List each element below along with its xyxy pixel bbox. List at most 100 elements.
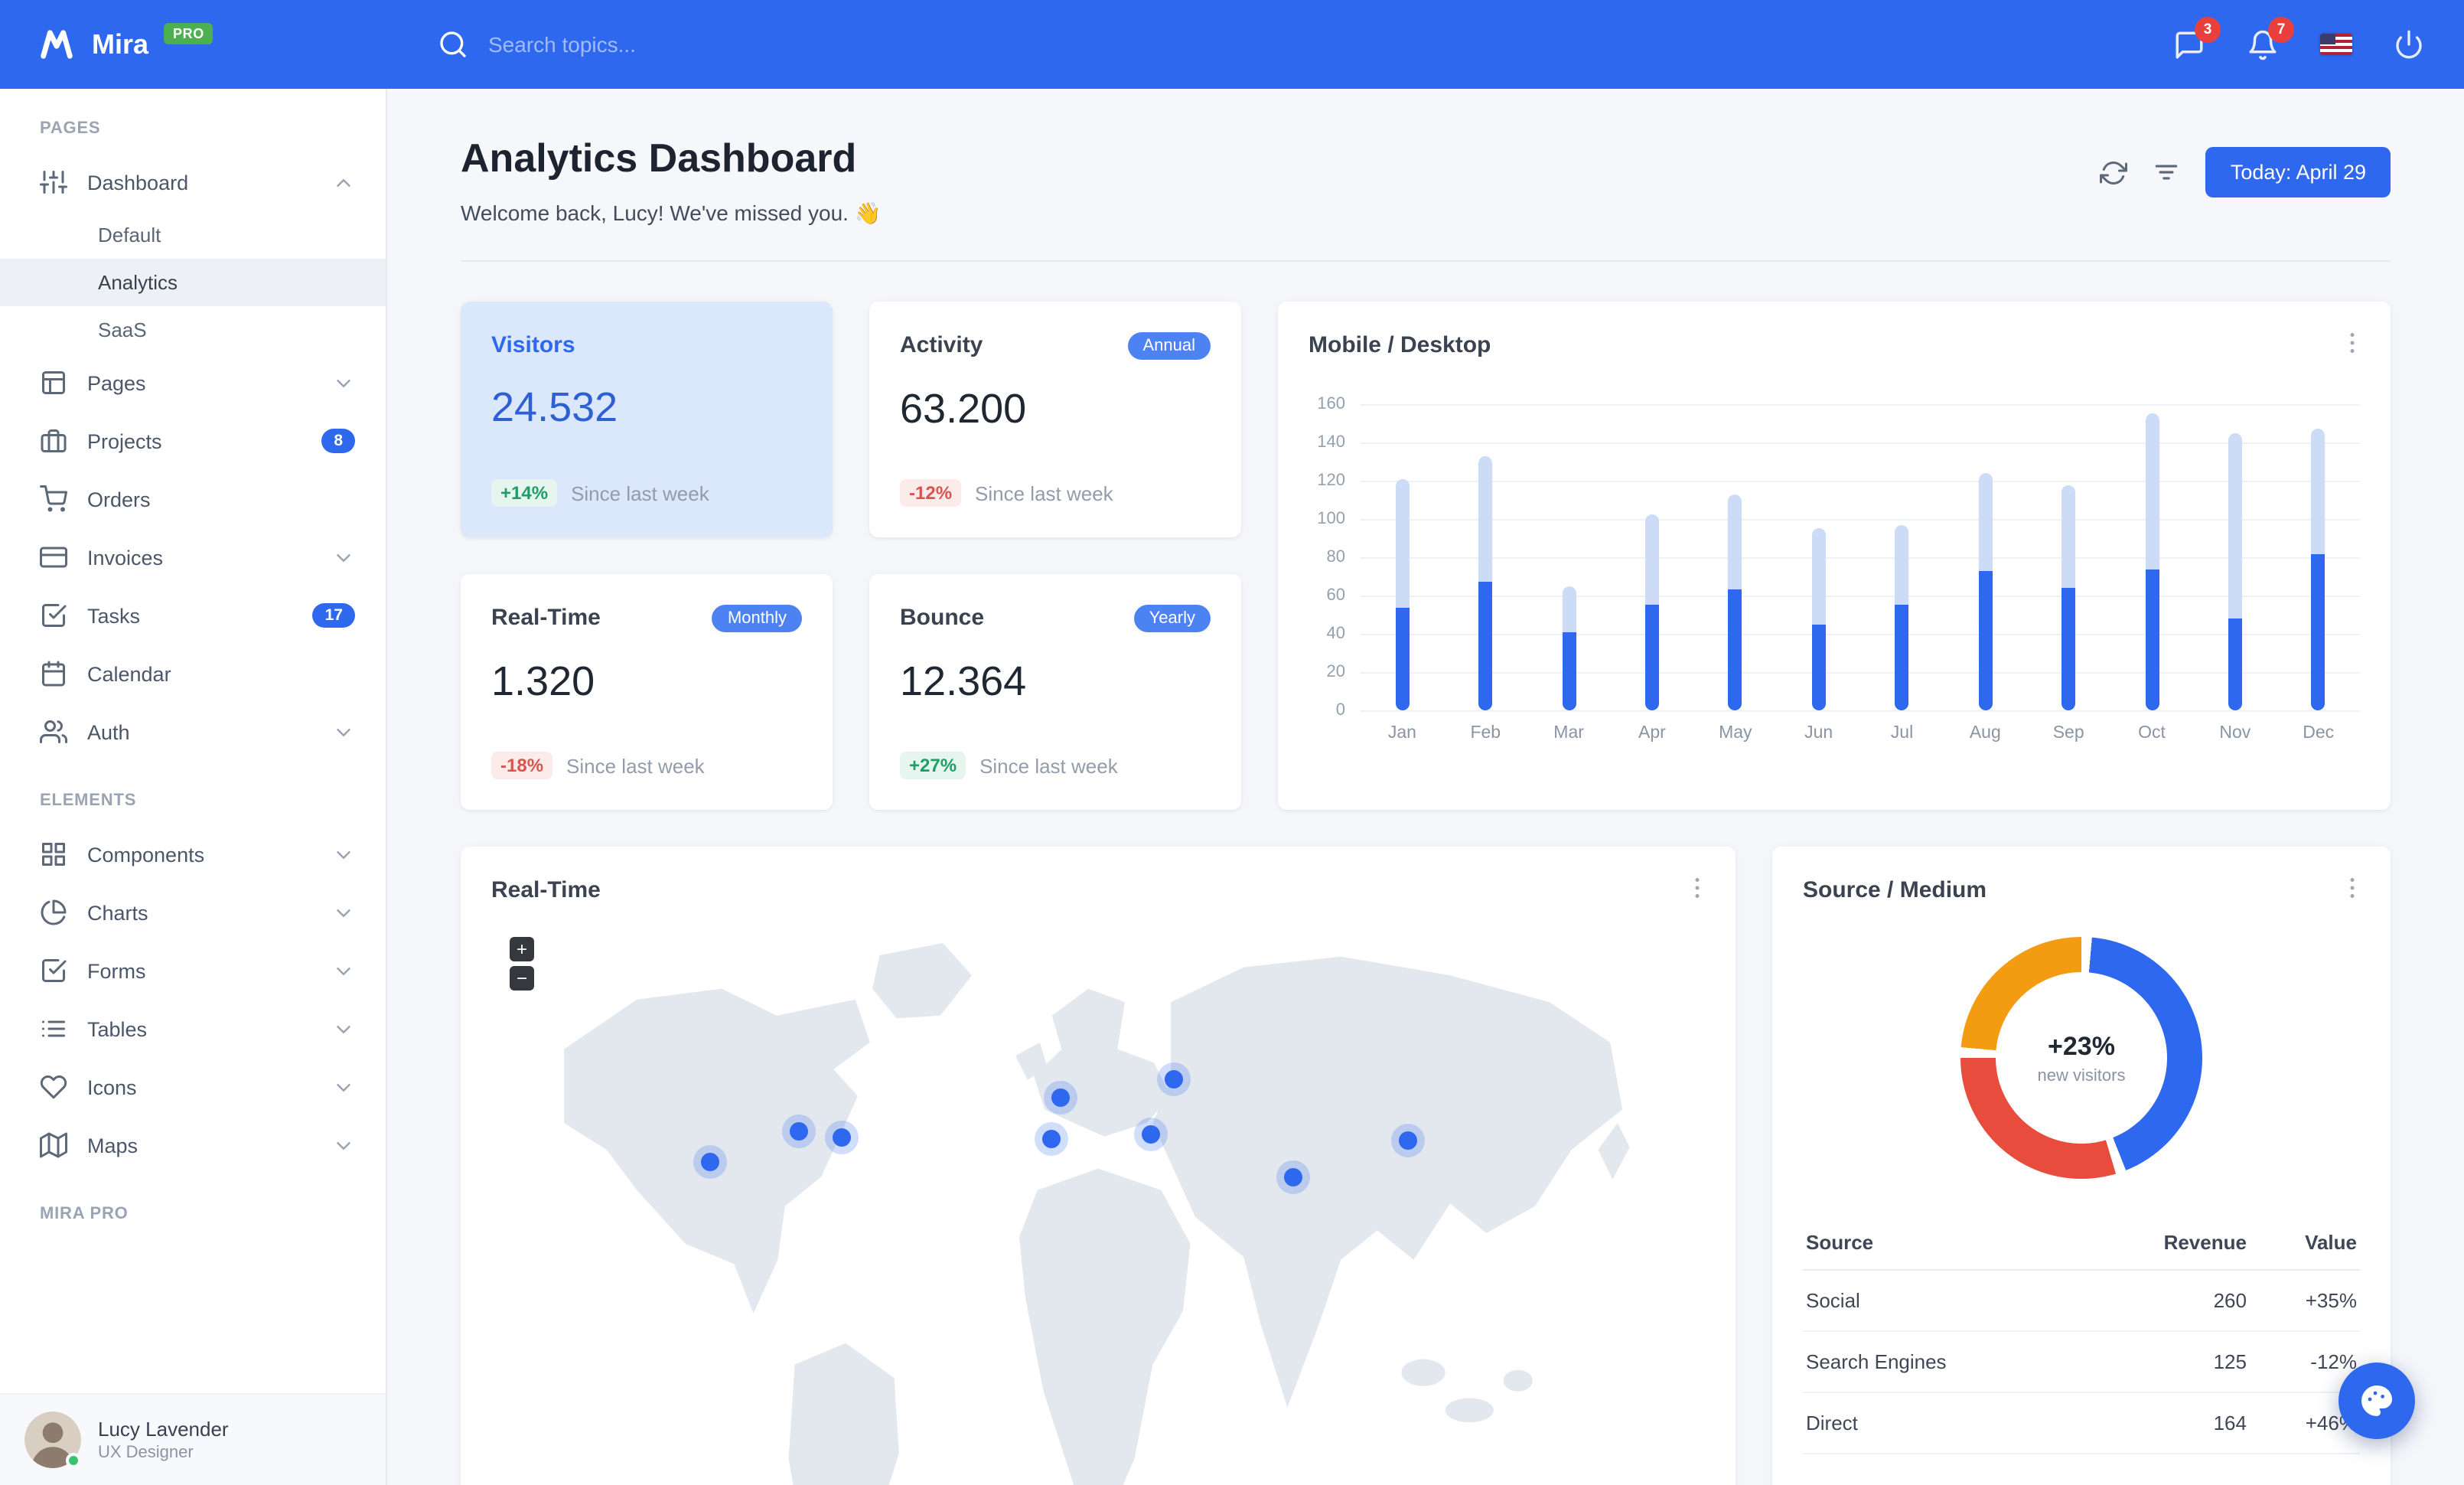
bar-mar[interactable]	[1527, 404, 1611, 710]
date-range-button[interactable]: Today: April 29	[2205, 147, 2391, 197]
theme-settings-button[interactable]	[2339, 1363, 2415, 1439]
table-header-source: Source	[1803, 1216, 2081, 1271]
cell-revenue: 164	[2081, 1392, 2250, 1454]
sidebar-item-label: Invoices	[87, 546, 164, 569]
stat-card-visitors: Visitors 24.532 +14% Since last week	[461, 302, 833, 537]
sidebar-item-label: Orders	[87, 488, 151, 511]
map-marker-6[interactable]	[1141, 1124, 1160, 1144]
sidebar-item-tables[interactable]: Tables	[0, 1000, 386, 1058]
map-marker-4[interactable]	[1051, 1088, 1070, 1107]
y-tick-label: 160	[1317, 395, 1345, 413]
stat-change: -18%	[491, 752, 553, 779]
notifications-button[interactable]: 7	[2247, 16, 2294, 60]
refresh-button[interactable]	[2100, 158, 2128, 186]
bar-may[interactable]	[1693, 404, 1777, 710]
cell-revenue: 260	[2081, 1270, 2250, 1332]
stat-title: Bounce	[900, 605, 985, 631]
avatar	[24, 1412, 81, 1468]
bar-oct[interactable]	[2110, 404, 2194, 710]
world-map-graphic	[564, 943, 1630, 1485]
map-marker-3[interactable]	[833, 1128, 852, 1147]
x-tick-label: Aug	[1969, 724, 2001, 742]
chevron-up-icon	[332, 171, 355, 194]
map-card-menu-button[interactable]	[1683, 874, 1711, 902]
table-row-direct[interactable]: Direct 164 +46%	[1803, 1392, 2360, 1454]
sidebar-item-charts[interactable]: Charts	[0, 883, 386, 942]
sidebar-item-auth[interactable]: Auth	[0, 703, 386, 761]
bar-jan[interactable]	[1361, 404, 1444, 710]
source-card-menu-button[interactable]	[2339, 874, 2366, 902]
pie-chart-icon	[40, 899, 67, 926]
sidebar-item-dashboard[interactable]: Dashboard	[0, 153, 386, 211]
table-row-social[interactable]: Social 260 +35%	[1803, 1270, 2360, 1332]
sidebar-subitem-default[interactable]: Default	[0, 211, 386, 259]
layout-icon	[40, 369, 67, 397]
table-row-search-engines[interactable]: Search Engines 125 -12%	[1803, 1331, 2360, 1393]
user-name: Lucy Lavender	[98, 1418, 229, 1441]
bar-nov[interactable]	[2193, 404, 2277, 710]
stat-period-badge[interactable]: Annual	[1127, 332, 1211, 360]
sidebar-item-forms[interactable]: Forms	[0, 942, 386, 1000]
bar-jun[interactable]	[1777, 404, 1860, 710]
sidebar-item-projects[interactable]: Projects 8	[0, 412, 386, 470]
x-tick-label: Jun	[1804, 724, 1833, 742]
map-zoom-controls: + −	[510, 937, 534, 991]
map-icon	[40, 1131, 67, 1159]
sidebar-badge: 8	[321, 429, 355, 453]
cell-source: Direct	[1803, 1392, 2081, 1454]
y-tick-label: 120	[1317, 472, 1345, 490]
bar-feb[interactable]	[1444, 404, 1527, 710]
map-zoom-out-button[interactable]: −	[510, 966, 534, 991]
sidebar-item-tasks[interactable]: Tasks 17	[0, 586, 386, 645]
sidebar-item-invoices[interactable]: Invoices	[0, 528, 386, 586]
sidebar-item-label: Forms	[87, 959, 146, 982]
bar-aug[interactable]	[1944, 404, 2027, 710]
sign-out-button[interactable]	[2394, 29, 2424, 60]
language-button[interactable]	[2320, 34, 2352, 55]
brand[interactable]: Mira PRO	[37, 23, 401, 64]
chart-y-axis: 0 20 40 60 80 100 120 140 160	[1309, 395, 1361, 720]
chart-card-menu-button[interactable]	[2339, 329, 2366, 357]
world-map[interactable]: + −	[491, 922, 1705, 1485]
stat-title: Real-Time	[491, 605, 601, 631]
sidebar-subitem-analytics[interactable]: Analytics	[0, 259, 386, 306]
header-actions: Today: April 29	[2100, 147, 2391, 197]
map-marker-1[interactable]	[700, 1153, 719, 1172]
sidebar-item-icons[interactable]: Icons	[0, 1058, 386, 1116]
sidebar-item-maps[interactable]: Maps	[0, 1116, 386, 1174]
sidebar-item-pages[interactable]: Pages	[0, 354, 386, 412]
sidebar-item-components[interactable]: Components	[0, 825, 386, 883]
sidebar-item-orders[interactable]: Orders	[0, 470, 386, 528]
sidebar-item-label: Components	[87, 843, 205, 866]
sidebar-item-label: Tables	[87, 1017, 148, 1040]
sidebar-item-calendar[interactable]: Calendar	[0, 645, 386, 703]
bar-jul[interactable]	[1860, 404, 1944, 710]
search-input[interactable]	[488, 32, 947, 57]
sidebar-user[interactable]: Lucy Lavender UX Designer	[0, 1393, 386, 1485]
sidebar-subitem-saas[interactable]: SaaS	[0, 306, 386, 354]
sliders-icon	[40, 168, 67, 196]
mobile-desktop-card: Mobile / Desktop 0 20 40 60 80 100 120 140 160 J…	[1278, 302, 2391, 810]
map-zoom-in-button[interactable]: +	[510, 937, 534, 961]
page-title: Analytics Dashboard	[461, 135, 857, 181]
chart-plot	[1361, 404, 2360, 712]
bar-dec[interactable]	[2277, 404, 2360, 710]
briefcase-icon	[40, 427, 67, 455]
realtime-map-card: Real-Time + −	[461, 847, 1736, 1485]
messages-button[interactable]: 3	[2173, 16, 2221, 60]
map-marker-9[interactable]	[1398, 1131, 1417, 1150]
x-tick-label: Feb	[1470, 724, 1501, 742]
chevron-down-icon	[332, 371, 355, 394]
stat-value: 1.320	[491, 658, 595, 704]
bar-sep[interactable]	[2027, 404, 2110, 710]
stat-period-badge[interactable]: Yearly	[1133, 605, 1211, 632]
refresh-icon	[2100, 158, 2128, 186]
pro-badge: PRO	[164, 23, 213, 44]
chevron-down-icon	[332, 1134, 355, 1157]
filter-button[interactable]	[2153, 158, 2182, 187]
bar-apr[interactable]	[1611, 404, 1694, 710]
power-icon	[2394, 29, 2424, 60]
sidebar-item-label: Pages	[87, 371, 146, 394]
stat-period-badge[interactable]: Monthly	[712, 605, 802, 632]
source-table: Source Revenue Value Social 260 +35% Search E…	[1803, 1216, 2360, 1454]
